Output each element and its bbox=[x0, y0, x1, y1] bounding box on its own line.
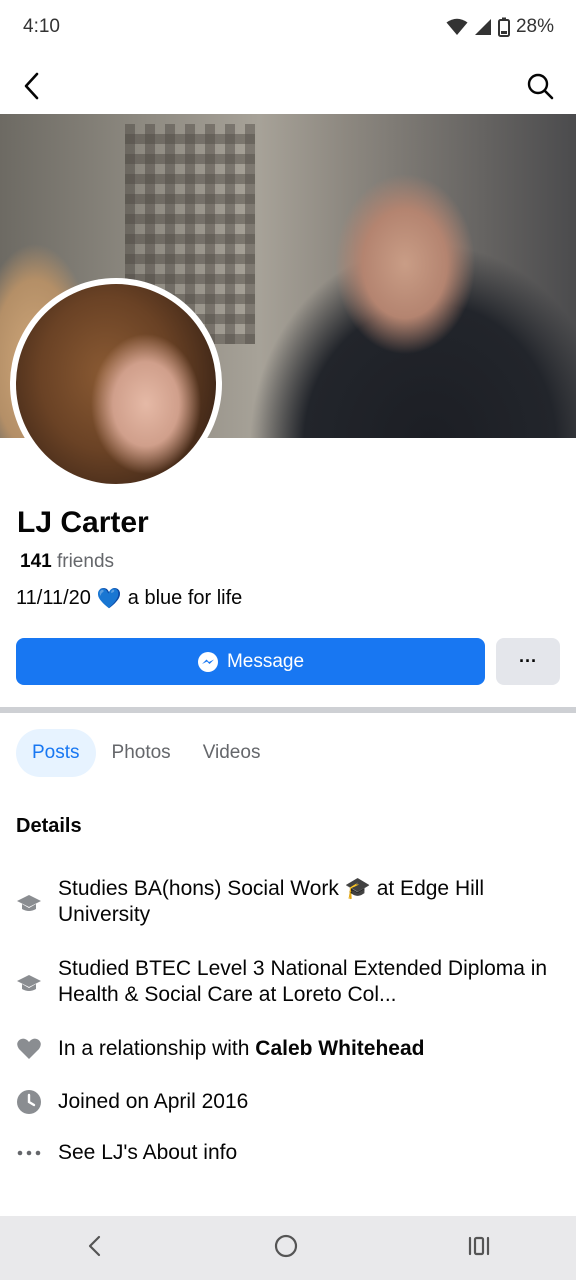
detail-education-current-text: Studies BA(hons) Social Work 🎓 at Edge H… bbox=[58, 877, 485, 926]
more-dots-icon bbox=[16, 1140, 42, 1166]
system-back-button[interactable] bbox=[85, 1234, 105, 1263]
signal-icon bbox=[474, 19, 491, 35]
detail-relationship-text: In a relationship with Caleb Whitehead bbox=[58, 1036, 556, 1062]
friends-number: 141 bbox=[20, 551, 52, 572]
clock-icon bbox=[16, 1089, 42, 1115]
message-button[interactable]: Message bbox=[16, 638, 485, 685]
details-heading: Details bbox=[16, 815, 82, 837]
relationship-prefix: In a relationship with bbox=[58, 1037, 256, 1060]
detail-relationship: In a relationship with Caleb Whitehead bbox=[16, 1036, 556, 1062]
detail-joined: Joined on April 2016 bbox=[16, 1089, 556, 1115]
battery-percent: 28% bbox=[515, 16, 554, 37]
tab-posts-label: Posts bbox=[32, 742, 80, 763]
graduation-cap-icon bbox=[16, 970, 42, 996]
blue-heart-emoji: 💙 bbox=[96, 588, 122, 610]
profile-name: LJ Carter bbox=[17, 506, 149, 539]
tab-posts[interactable]: Posts bbox=[16, 729, 96, 777]
message-label: Message bbox=[226, 650, 305, 672]
status-time: 4:10 bbox=[23, 16, 60, 37]
more-options-button[interactable]: ··· bbox=[496, 638, 560, 685]
heart-icon bbox=[16, 1036, 42, 1062]
status-bar: 4:10 28% bbox=[0, 0, 576, 56]
profile-bio: 11/11/20 💙 a blue for life bbox=[16, 586, 242, 611]
search-button[interactable] bbox=[522, 68, 558, 104]
more-dots-icon: ··· bbox=[519, 651, 537, 671]
home-circle-icon bbox=[274, 1234, 298, 1257]
detail-education-past-text: Studied BTEC Level 3 National Extended D… bbox=[58, 957, 548, 1006]
tab-videos-label: Videos bbox=[202, 742, 261, 763]
friends-label: friends bbox=[56, 551, 115, 572]
system-navigation-bar bbox=[0, 1216, 576, 1280]
profile-picture[interactable] bbox=[10, 278, 222, 490]
wifi-icon bbox=[446, 18, 468, 35]
messenger-icon bbox=[197, 651, 218, 672]
tab-photos-label: Photos bbox=[111, 742, 171, 763]
section-divider bbox=[0, 707, 576, 713]
detail-education-past: Studied BTEC Level 3 National Extended D… bbox=[16, 956, 556, 1008]
chevron-left-icon bbox=[88, 1235, 100, 1256]
bio-date: 11/11/20 bbox=[16, 587, 91, 609]
bio-text: a blue for life bbox=[127, 587, 243, 609]
detail-education-current: Studies BA(hons) Social Work 🎓 at Edge H… bbox=[16, 876, 556, 928]
top-navigation bbox=[0, 56, 576, 114]
tab-videos[interactable]: Videos bbox=[187, 729, 277, 777]
avatar-image bbox=[16, 284, 216, 484]
tab-photos[interactable]: Photos bbox=[110, 729, 173, 777]
back-button[interactable] bbox=[14, 68, 50, 104]
recents-icon bbox=[469, 1236, 490, 1255]
system-home-button[interactable] bbox=[274, 1234, 298, 1263]
status-icons: 28% bbox=[446, 16, 554, 38]
battery-icon bbox=[497, 17, 510, 37]
profile-tabs: Posts Photos Videos bbox=[16, 729, 276, 777]
back-arrow-icon bbox=[24, 72, 39, 100]
system-recents-button[interactable] bbox=[467, 1234, 491, 1263]
search-icon bbox=[527, 73, 554, 100]
partner-name-link[interactable]: Caleb Whitehead bbox=[255, 1037, 424, 1060]
detail-joined-text: Joined on April 2016 bbox=[58, 1090, 249, 1113]
see-about-info-link[interactable]: See LJ's About info bbox=[16, 1140, 556, 1166]
see-about-info-text: See LJ's About info bbox=[58, 1141, 238, 1164]
friends-count[interactable]: 141 friends bbox=[20, 551, 114, 573]
graduation-cap-icon bbox=[16, 890, 42, 916]
